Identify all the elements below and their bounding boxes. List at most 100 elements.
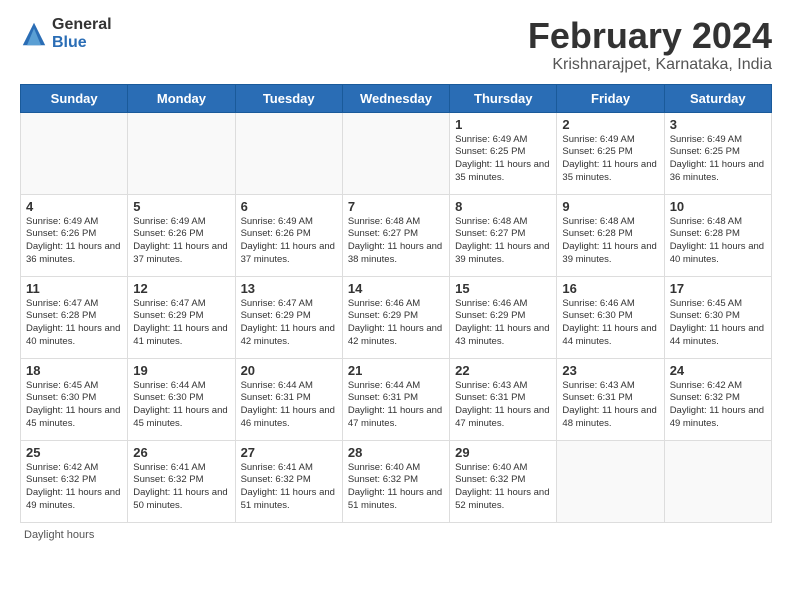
header: General Blue February 2024 Krishnarajpet…: [20, 16, 772, 74]
day-number: 20: [241, 363, 337, 378]
day-number: 3: [670, 117, 766, 132]
cell-info: Sunrise: 6:48 AM Sunset: 6:27 PM Dayligh…: [455, 216, 551, 267]
calendar-cell: 20 Sunrise: 6:44 AM Sunset: 6:31 PM Dayli…: [235, 358, 342, 440]
logo-general-text: General: [52, 16, 112, 34]
calendar-cell: [664, 440, 771, 522]
cell-info: Sunrise: 6:46 AM Sunset: 6:30 PM Dayligh…: [562, 298, 658, 349]
calendar-cell: 22 Sunrise: 6:43 AM Sunset: 6:31 PM Dayli…: [450, 358, 557, 440]
logo: General Blue: [20, 16, 112, 51]
calendar-cell: [21, 112, 128, 194]
cell-info: Sunrise: 6:49 AM Sunset: 6:26 PM Dayligh…: [26, 216, 122, 267]
day-number: 13: [241, 281, 337, 296]
day-number: 25: [26, 445, 122, 460]
day-number: 28: [348, 445, 444, 460]
calendar-cell: 26Sunrise: 6:41 AM Sunset: 6:32 PM Dayli…: [128, 440, 235, 522]
cell-info: Sunrise: 6:42 AM Sunset: 6:32 PM Dayligh…: [670, 380, 766, 431]
calendar-week-5: 25 Sunrise: 6:42 AM Sunset: 6:32 PM Dayli…: [21, 440, 772, 522]
logo-blue-text: Blue: [52, 34, 112, 52]
cell-info: Sunrise: 6:49 AM Sunset: 6:25 PM Dayligh…: [562, 134, 658, 185]
day-number: 26: [133, 445, 229, 460]
calendar-cell: 8 Sunrise: 6:48 AM Sunset: 6:27 PM Daylig…: [450, 194, 557, 276]
month-title: February 2024: [528, 16, 772, 56]
page: General Blue February 2024 Krishnarajpet…: [0, 0, 792, 551]
cell-info: Sunrise: 6:48 AM Sunset: 6:28 PM Dayligh…: [562, 216, 658, 267]
title-area: February 2024 Krishnarajpet, Karnataka, …: [528, 16, 772, 74]
calendar-week-2: 4 Sunrise: 6:49 AM Sunset: 6:26 PM Daylig…: [21, 194, 772, 276]
day-number: 9: [562, 199, 658, 214]
day-number: 11: [26, 281, 122, 296]
day-number: 7: [348, 199, 444, 214]
calendar-week-3: 11 Sunrise: 6:47 AM Sunset: 6:28 PM Dayli…: [21, 276, 772, 358]
day-header-tuesday: Tuesday: [235, 84, 342, 112]
calendar-cell: 1Sunrise: 6:49 AM Sunset: 6:25 PM Daylig…: [450, 112, 557, 194]
day-header-saturday: Saturday: [664, 84, 771, 112]
cell-info: Sunrise: 6:49 AM Sunset: 6:26 PM Dayligh…: [133, 216, 229, 267]
calendar-cell: 19 Sunrise: 6:44 AM Sunset: 6:30 PM Dayli…: [128, 358, 235, 440]
day-number: 27: [241, 445, 337, 460]
day-number: 22: [455, 363, 551, 378]
cell-info: Sunrise: 6:44 AM Sunset: 6:31 PM Dayligh…: [241, 380, 337, 431]
day-number: 10: [670, 199, 766, 214]
day-number: 12: [133, 281, 229, 296]
calendar-cell: 14 Sunrise: 6:46 AM Sunset: 6:29 PM Dayli…: [342, 276, 449, 358]
calendar-cell: 27Sunrise: 6:41 AM Sunset: 6:32 PM Dayli…: [235, 440, 342, 522]
logo-text: General Blue: [52, 16, 112, 51]
day-header-friday: Friday: [557, 84, 664, 112]
calendar-cell: 16 Sunrise: 6:46 AM Sunset: 6:30 PM Dayli…: [557, 276, 664, 358]
day-number: 16: [562, 281, 658, 296]
calendar-cell: 13 Sunrise: 6:47 AM Sunset: 6:29 PM Dayli…: [235, 276, 342, 358]
calendar-cell: 6 Sunrise: 6:49 AM Sunset: 6:26 PM Daylig…: [235, 194, 342, 276]
cell-info: Sunrise: 6:40 AM Sunset: 6:32 PM Dayligh…: [348, 462, 444, 513]
day-number: 14: [348, 281, 444, 296]
day-number: 6: [241, 199, 337, 214]
calendar-cell: 29Sunrise: 6:40 AM Sunset: 6:32 PM Dayli…: [450, 440, 557, 522]
calendar-cell: 23Sunrise: 6:43 AM Sunset: 6:31 PM Dayli…: [557, 358, 664, 440]
calendar-table: SundayMondayTuesdayWednesdayThursdayFrid…: [20, 84, 772, 523]
calendar-cell: 7Sunrise: 6:48 AM Sunset: 6:27 PM Daylig…: [342, 194, 449, 276]
cell-info: Sunrise: 6:48 AM Sunset: 6:28 PM Dayligh…: [670, 216, 766, 267]
cell-info: Sunrise: 6:49 AM Sunset: 6:26 PM Dayligh…: [241, 216, 337, 267]
calendar-cell: 17Sunrise: 6:45 AM Sunset: 6:30 PM Dayli…: [664, 276, 771, 358]
cell-info: Sunrise: 6:47 AM Sunset: 6:28 PM Dayligh…: [26, 298, 122, 349]
cell-info: Sunrise: 6:47 AM Sunset: 6:29 PM Dayligh…: [241, 298, 337, 349]
cell-info: Sunrise: 6:43 AM Sunset: 6:31 PM Dayligh…: [562, 380, 658, 431]
day-number: 15: [455, 281, 551, 296]
cell-info: Sunrise: 6:43 AM Sunset: 6:31 PM Dayligh…: [455, 380, 551, 431]
calendar-week-4: 18Sunrise: 6:45 AM Sunset: 6:30 PM Dayli…: [21, 358, 772, 440]
calendar-cell: 9 Sunrise: 6:48 AM Sunset: 6:28 PM Daylig…: [557, 194, 664, 276]
calendar-header-row: SundayMondayTuesdayWednesdayThursdayFrid…: [21, 84, 772, 112]
day-number: 19: [133, 363, 229, 378]
calendar-cell: [557, 440, 664, 522]
calendar-cell: 10 Sunrise: 6:48 AM Sunset: 6:28 PM Dayli…: [664, 194, 771, 276]
cell-info: Sunrise: 6:42 AM Sunset: 6:32 PM Dayligh…: [26, 462, 122, 513]
cell-info: Sunrise: 6:49 AM Sunset: 6:25 PM Dayligh…: [670, 134, 766, 185]
logo-icon: [20, 20, 48, 48]
cell-info: Sunrise: 6:47 AM Sunset: 6:29 PM Dayligh…: [133, 298, 229, 349]
calendar-week-1: 1Sunrise: 6:49 AM Sunset: 6:25 PM Daylig…: [21, 112, 772, 194]
day-header-sunday: Sunday: [21, 84, 128, 112]
calendar-cell: 15Sunrise: 6:46 AM Sunset: 6:29 PM Dayli…: [450, 276, 557, 358]
cell-info: Sunrise: 6:49 AM Sunset: 6:25 PM Dayligh…: [455, 134, 551, 185]
calendar-cell: 2Sunrise: 6:49 AM Sunset: 6:25 PM Daylig…: [557, 112, 664, 194]
cell-info: Sunrise: 6:44 AM Sunset: 6:30 PM Dayligh…: [133, 380, 229, 431]
cell-info: Sunrise: 6:46 AM Sunset: 6:29 PM Dayligh…: [348, 298, 444, 349]
day-number: 18: [26, 363, 122, 378]
calendar-body: 1Sunrise: 6:49 AM Sunset: 6:25 PM Daylig…: [21, 112, 772, 522]
calendar-cell: 11 Sunrise: 6:47 AM Sunset: 6:28 PM Dayli…: [21, 276, 128, 358]
cell-info: Sunrise: 6:40 AM Sunset: 6:32 PM Dayligh…: [455, 462, 551, 513]
calendar-cell: 4 Sunrise: 6:49 AM Sunset: 6:26 PM Daylig…: [21, 194, 128, 276]
day-number: 4: [26, 199, 122, 214]
day-number: 8: [455, 199, 551, 214]
cell-info: Sunrise: 6:45 AM Sunset: 6:30 PM Dayligh…: [670, 298, 766, 349]
cell-info: Sunrise: 6:44 AM Sunset: 6:31 PM Dayligh…: [348, 380, 444, 431]
calendar-cell: [235, 112, 342, 194]
calendar-cell: [128, 112, 235, 194]
calendar-cell: 24 Sunrise: 6:42 AM Sunset: 6:32 PM Dayli…: [664, 358, 771, 440]
day-number: 5: [133, 199, 229, 214]
day-header-monday: Monday: [128, 84, 235, 112]
calendar-cell: 21Sunrise: 6:44 AM Sunset: 6:31 PM Dayli…: [342, 358, 449, 440]
day-number: 24: [670, 363, 766, 378]
calendar-cell: 5 Sunrise: 6:49 AM Sunset: 6:26 PM Daylig…: [128, 194, 235, 276]
day-header-wednesday: Wednesday: [342, 84, 449, 112]
footer-note: Daylight hours: [20, 529, 772, 541]
